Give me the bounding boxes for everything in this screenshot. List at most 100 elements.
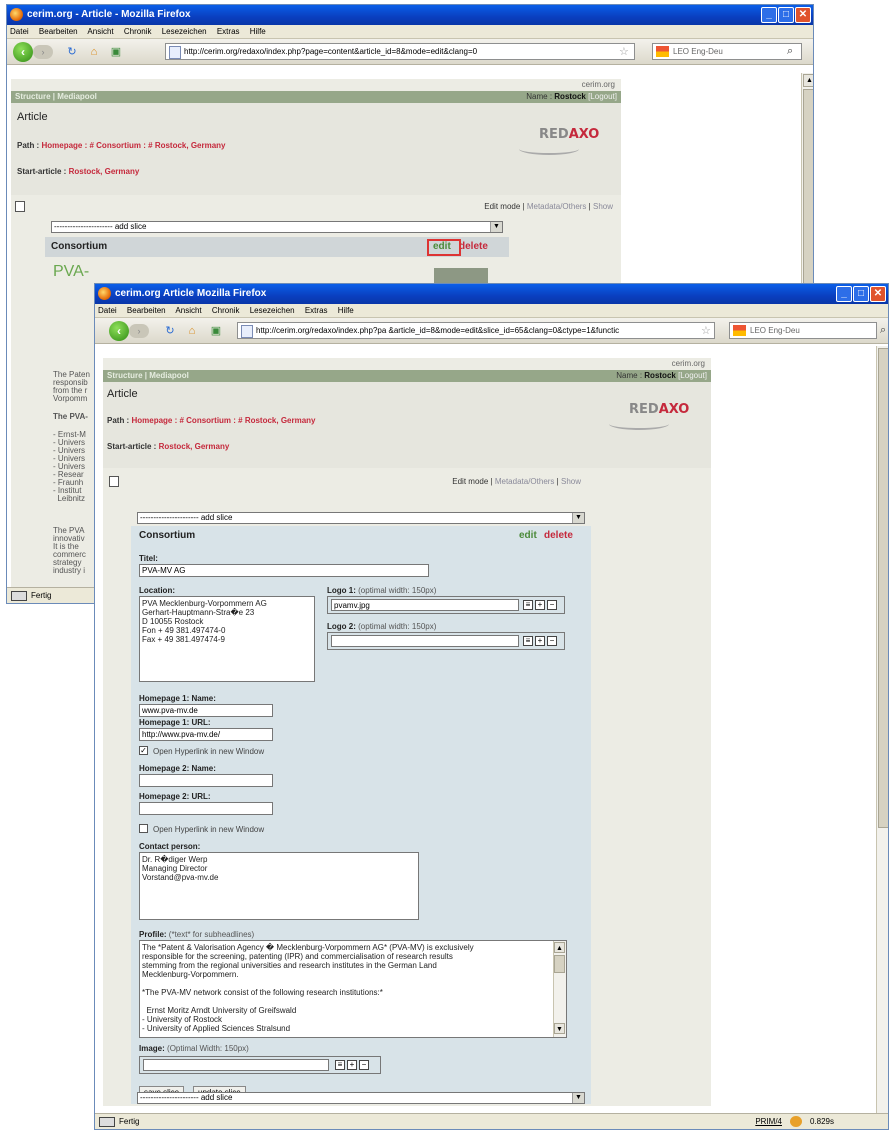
scroll-thumb[interactable] bbox=[878, 348, 888, 828]
close-icon[interactable]: ✕ bbox=[870, 286, 886, 302]
profile-scrollbar[interactable]: ▲ ▼ bbox=[553, 941, 566, 1037]
bookmark-add-icon[interactable]: ▣ bbox=[209, 324, 223, 338]
metadata-link[interactable]: Metadata/Others bbox=[527, 202, 587, 211]
contact-textarea[interactable]: Dr. R�diger Werp Managing Director Vorst… bbox=[139, 852, 419, 920]
maximize-icon[interactable]: □ bbox=[853, 286, 869, 302]
title-input[interactable]: PVA-MV AG bbox=[139, 564, 429, 577]
home-icon[interactable]: ⌂ bbox=[87, 45, 101, 59]
logo1-input[interactable]: pvamv.jpg bbox=[331, 599, 519, 611]
forward-arrow-icon[interactable]: › bbox=[33, 45, 53, 59]
menu-bearbeiten[interactable]: Bearbeiten bbox=[39, 27, 78, 36]
forward-arrow-icon[interactable]: › bbox=[129, 324, 149, 338]
image-label-text: Image: bbox=[139, 1044, 165, 1053]
hp2-newwin-checkbox[interactable] bbox=[139, 824, 148, 833]
menu-chronik[interactable]: Chronik bbox=[124, 27, 152, 36]
menu-lesezeichen[interactable]: Lesezeichen bbox=[162, 27, 207, 36]
start-article-link[interactable]: Rostock, Germany bbox=[159, 442, 230, 451]
hp2-url-input[interactable] bbox=[139, 802, 273, 815]
scroll-up-icon[interactable]: ▲ bbox=[554, 942, 565, 953]
media-remove-icon[interactable]: − bbox=[359, 1060, 369, 1070]
logout-link[interactable]: [Logout] bbox=[678, 371, 707, 380]
name-label: Name : bbox=[616, 371, 643, 380]
page-title: Article bbox=[107, 388, 138, 400]
delete-link[interactable]: delete bbox=[544, 530, 573, 541]
menu-lesezeichen[interactable]: Lesezeichen bbox=[250, 306, 295, 315]
hp1-url-input[interactable]: http://www.pva-mv.de/ bbox=[139, 728, 273, 741]
scroll-thumb[interactable] bbox=[554, 955, 565, 973]
search-icon[interactable]: ⌕ bbox=[880, 324, 886, 337]
front-url-bar[interactable]: http://cerim.org/redaxo/index.php?pa &ar… bbox=[237, 322, 715, 339]
media-remove-icon[interactable]: − bbox=[547, 636, 557, 646]
minimize-icon[interactable]: _ bbox=[761, 7, 777, 23]
edit-mode-link[interactable]: Edit mode bbox=[452, 477, 488, 486]
menu-datei[interactable]: Datei bbox=[10, 27, 29, 36]
start-article-label: Start-article : bbox=[17, 167, 67, 176]
menu-hilfe[interactable]: Hilfe bbox=[250, 27, 266, 36]
media-open-icon[interactable]: ≡ bbox=[523, 600, 533, 610]
metadata-link[interactable]: Metadata/Others bbox=[495, 477, 555, 486]
path-links[interactable]: Homepage : # Consortium : # Rostock, Ger… bbox=[41, 141, 225, 150]
star-icon[interactable]: ☆ bbox=[619, 45, 629, 58]
reload-icon[interactable]: ↻ bbox=[163, 324, 177, 338]
firebug-icon[interactable] bbox=[790, 1116, 802, 1127]
start-article-link[interactable]: Rostock, Germany bbox=[69, 167, 140, 176]
scroll-up-icon[interactable]: ▲ bbox=[803, 74, 813, 87]
menu-chronik[interactable]: Chronik bbox=[212, 306, 240, 315]
minimize-icon[interactable]: _ bbox=[836, 286, 852, 302]
add-slice-select[interactable]: ---------------------- add slice ▼ bbox=[137, 512, 585, 524]
media-open-icon[interactable]: ≡ bbox=[335, 1060, 345, 1070]
logo2-media-buttons: ≡ + − bbox=[523, 636, 557, 646]
close-icon[interactable]: ✕ bbox=[795, 7, 811, 23]
image-hint: (Optimal Width: 150px) bbox=[167, 1044, 249, 1053]
star-icon[interactable]: ☆ bbox=[701, 324, 711, 337]
nav-structure-mediapool[interactable]: Structure | Mediapool bbox=[15, 92, 97, 101]
menu-extras[interactable]: Extras bbox=[305, 306, 328, 315]
menu-ansicht[interactable]: Ansicht bbox=[87, 27, 113, 36]
logo-axo: AXO bbox=[568, 127, 600, 142]
media-add-icon[interactable]: + bbox=[535, 600, 545, 610]
back-search-box[interactable]: LEO Eng-Deu bbox=[652, 43, 802, 60]
add-slice-select[interactable]: ---------------------- add slice ▼ bbox=[51, 221, 503, 233]
menu-bearbeiten[interactable]: Bearbeiten bbox=[127, 306, 166, 315]
nav-structure-mediapool[interactable]: Structure | Mediapool bbox=[107, 371, 189, 380]
hp2-name-input[interactable] bbox=[139, 774, 273, 787]
location-textarea[interactable]: PVA Mecklenburg-Vorpommern AG Gerhart-Ha… bbox=[139, 596, 315, 682]
back-arrow-icon[interactable]: ‹ bbox=[13, 42, 33, 62]
back-url-bar[interactable]: http://cerim.org/redaxo/index.php?page=c… bbox=[165, 43, 635, 60]
scroll-down-icon[interactable]: ▼ bbox=[554, 1023, 565, 1034]
image-input[interactable] bbox=[143, 1059, 329, 1071]
front-search-box[interactable]: LEO Eng-Deu bbox=[729, 322, 877, 339]
search-icon[interactable]: ⌕ bbox=[787, 45, 793, 58]
logout-link[interactable]: [Logout] bbox=[588, 92, 617, 101]
menu-hilfe[interactable]: Hilfe bbox=[338, 306, 354, 315]
back-arrow-icon[interactable]: ‹ bbox=[109, 321, 129, 341]
front-nav-toolbar: ‹ › ↻ ⌂ ▣ http://cerim.org/redaxo/index.… bbox=[95, 318, 888, 344]
reload-icon[interactable]: ↻ bbox=[65, 45, 79, 59]
edit-link[interactable]: edit bbox=[519, 530, 537, 541]
profile-textarea[interactable]: The *Patent & Valorisation Agency � Meck… bbox=[139, 940, 567, 1038]
menu-datei[interactable]: Datei bbox=[98, 306, 117, 315]
mode-separator: | bbox=[522, 202, 525, 211]
logo2-input[interactable] bbox=[331, 635, 519, 647]
path-links[interactable]: Homepage : # Consortium : # Rostock, Ger… bbox=[131, 416, 315, 425]
add-slice-select-bottom[interactable]: ---------------------- add slice ▼ bbox=[137, 1092, 585, 1104]
bookmark-add-icon[interactable]: ▣ bbox=[109, 45, 123, 59]
show-link[interactable]: Show bbox=[561, 477, 581, 486]
show-link[interactable]: Show bbox=[593, 202, 613, 211]
hp2-newwin-label: Open Hyperlink in new Window bbox=[153, 825, 265, 834]
menu-extras[interactable]: Extras bbox=[217, 27, 240, 36]
front-scrollbar[interactable] bbox=[876, 346, 888, 1114]
partial-text-4: The PVA innovativ It is the commerc stra… bbox=[53, 526, 86, 575]
home-icon[interactable]: ⌂ bbox=[185, 324, 199, 338]
media-remove-icon[interactable]: − bbox=[547, 600, 557, 610]
hp1-name-input[interactable]: www.pva-mv.de bbox=[139, 704, 273, 717]
logo2-label: Logo 2: (optimal width: 150px) bbox=[327, 622, 436, 631]
media-add-icon[interactable]: + bbox=[535, 636, 545, 646]
media-open-icon[interactable]: ≡ bbox=[523, 636, 533, 646]
maximize-icon[interactable]: □ bbox=[778, 7, 794, 23]
menu-ansicht[interactable]: Ansicht bbox=[175, 306, 201, 315]
hp1-newwin-checkbox[interactable]: ✓ bbox=[139, 746, 148, 755]
media-add-icon[interactable]: + bbox=[347, 1060, 357, 1070]
delete-link[interactable]: delete bbox=[459, 241, 488, 252]
edit-mode-link[interactable]: Edit mode bbox=[484, 202, 520, 211]
